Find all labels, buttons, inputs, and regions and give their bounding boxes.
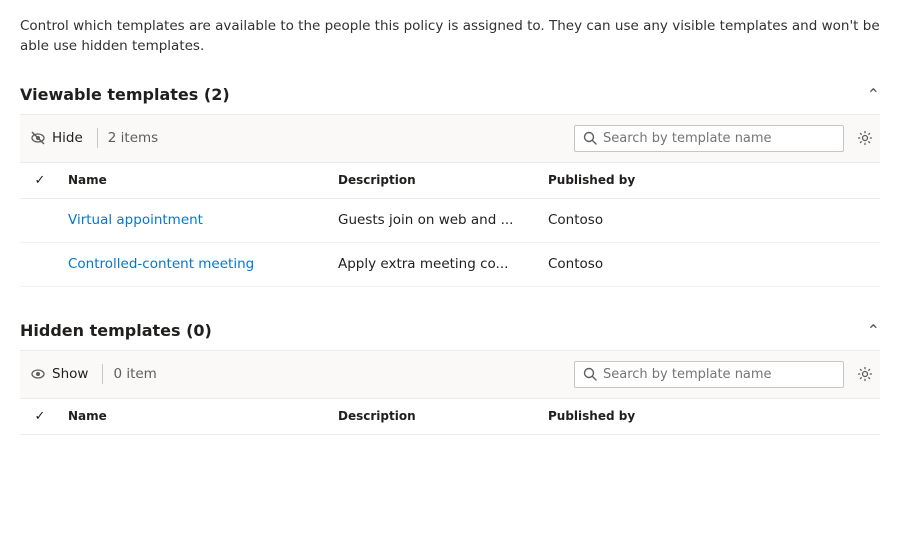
hidden-toolbar-divider	[102, 364, 103, 384]
hidden-toolbar-right	[574, 361, 880, 388]
hidden-collapse-icon[interactable]: ⌃	[867, 321, 880, 340]
hidden-toolbar-left: Show 0 item	[20, 361, 163, 387]
row-check[interactable]	[20, 254, 60, 274]
row-extra	[740, 254, 880, 274]
page-description: Control which templates are available to…	[20, 16, 880, 57]
viewable-gear-button[interactable]	[850, 125, 880, 151]
viewable-toolbar: Hide 2 items	[20, 115, 880, 163]
viewable-table-body: Virtual appointment Guests join on web a…	[20, 199, 880, 287]
viewable-table-header: ✓ Name Description Published by	[20, 163, 880, 199]
viewable-col-desc: Description	[330, 171, 540, 190]
row-desc: Guests join on web and ...	[330, 202, 540, 238]
hidden-gear-button[interactable]	[850, 361, 880, 387]
toolbar-divider	[97, 128, 98, 148]
hidden-col-pub: Published by	[540, 407, 740, 426]
hidden-col-desc: Description	[330, 407, 540, 426]
show-label: Show	[52, 366, 88, 382]
viewable-col-name: Name	[60, 171, 330, 190]
check-mark: ✓	[35, 173, 46, 188]
hidden-table-header: ✓ Name Description Published by	[20, 399, 880, 435]
show-button[interactable]: Show	[20, 361, 98, 387]
hidden-section: Hidden templates (0) ⌃ Show 0 item	[20, 311, 880, 435]
gear-icon	[857, 366, 873, 382]
hidden-check-all[interactable]: ✓	[20, 407, 60, 426]
row-name[interactable]: Controlled-content meeting	[60, 246, 330, 282]
viewable-item-count: 2 items	[102, 130, 164, 146]
hide-icon	[30, 130, 46, 146]
page-wrapper: Control which templates are available to…	[0, 0, 900, 435]
section-divider	[20, 287, 880, 311]
viewable-toolbar-left: Hide 2 items	[20, 125, 164, 151]
gear-icon	[857, 130, 873, 146]
hidden-search-input[interactable]	[603, 367, 835, 382]
hidden-section-header: Hidden templates (0) ⌃	[20, 311, 880, 351]
viewable-section-header: Viewable templates (2) ⌃	[20, 75, 880, 115]
hidden-col-extra	[740, 407, 880, 426]
eye-icon	[30, 366, 46, 382]
row-extra	[740, 210, 880, 230]
row-pub: Contoso	[540, 202, 740, 238]
hidden-col-name: Name	[60, 407, 330, 426]
viewable-search-box[interactable]	[574, 125, 844, 152]
search-icon	[583, 131, 597, 145]
viewable-search-input[interactable]	[603, 131, 835, 146]
table-row: Controlled-content meeting Apply extra m…	[20, 243, 880, 287]
viewable-section: Viewable templates (2) ⌃ Hide 2 items	[20, 75, 880, 287]
check-mark: ✓	[35, 409, 46, 424]
row-pub: Contoso	[540, 246, 740, 282]
viewable-section-title: Viewable templates (2)	[20, 85, 230, 104]
row-desc: Apply extra meeting co...	[330, 246, 540, 282]
viewable-col-extra	[740, 171, 880, 190]
search-icon	[583, 367, 597, 381]
hide-label: Hide	[52, 130, 83, 146]
viewable-check-all[interactable]: ✓	[20, 171, 60, 190]
hidden-search-box[interactable]	[574, 361, 844, 388]
row-check[interactable]	[20, 210, 60, 230]
hidden-item-count: 0 item	[107, 366, 162, 382]
row-name[interactable]: Virtual appointment	[60, 202, 330, 238]
viewable-collapse-icon[interactable]: ⌃	[867, 85, 880, 104]
hidden-section-title: Hidden templates (0)	[20, 321, 212, 340]
hidden-toolbar: Show 0 item	[20, 351, 880, 399]
hide-button[interactable]: Hide	[20, 125, 93, 151]
viewable-toolbar-right	[574, 125, 880, 152]
table-row: Virtual appointment Guests join on web a…	[20, 199, 880, 243]
viewable-col-pub: Published by	[540, 171, 740, 190]
